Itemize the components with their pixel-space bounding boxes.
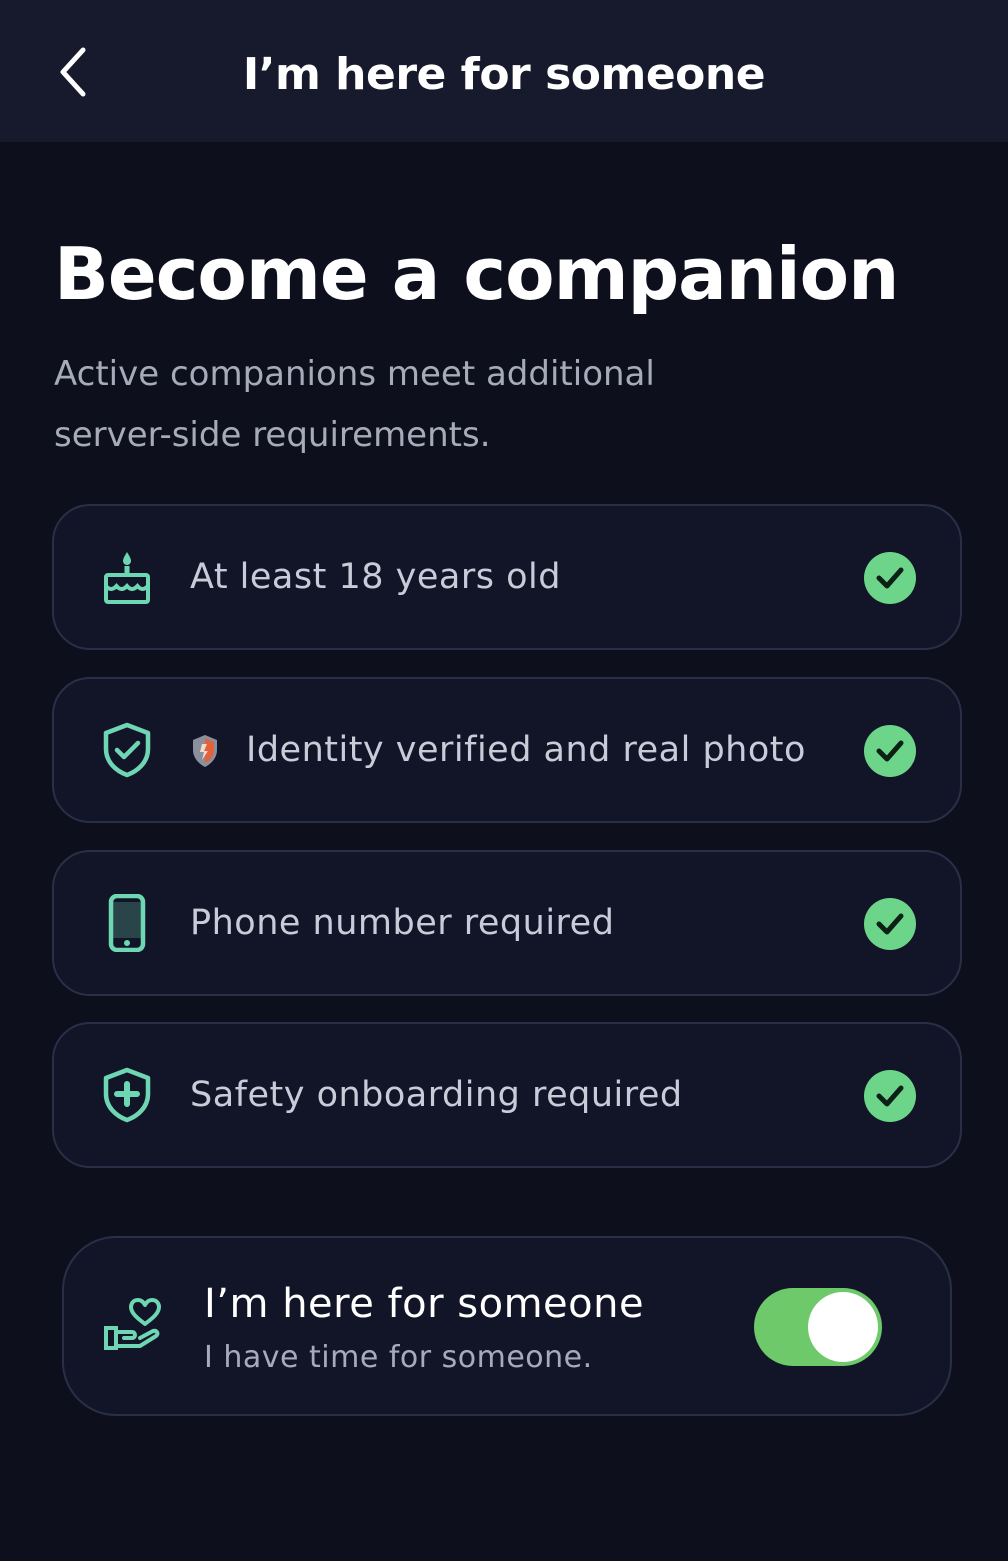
- page-subtitle: Active companions meet additional server…: [54, 354, 655, 455]
- verification-badge-icon: [193, 735, 217, 767]
- requirement-safety: Safety onboarding required: [52, 1022, 962, 1168]
- requirement-phone: Phone number required: [52, 850, 962, 996]
- top-bar: I’m here for someone: [0, 0, 1008, 142]
- requirement-label: Safety onboarding required: [190, 1075, 683, 1115]
- shield-check-icon: [103, 722, 151, 778]
- availability-toggle[interactable]: [754, 1288, 882, 1366]
- birthday-cake-icon: [104, 552, 150, 604]
- shield-plus-icon: [103, 1067, 151, 1123]
- check-icon: [864, 725, 916, 777]
- requirement-age: At least 18 years old: [52, 504, 962, 650]
- check-icon: [864, 552, 916, 604]
- check-icon: [864, 898, 916, 950]
- availability-title: I’m here for someone: [204, 1281, 645, 1327]
- page-title: Become a companion: [54, 232, 899, 316]
- requirement-label: Phone number required: [190, 903, 615, 943]
- smartphone-icon: [108, 894, 146, 952]
- requirement-identity: Identity verified and real photo: [52, 677, 962, 823]
- requirement-label: Identity verified and real photo: [246, 730, 806, 770]
- hand-heart-icon: [104, 1298, 161, 1350]
- requirement-label: At least 18 years old: [190, 557, 561, 597]
- header-title: I’m here for someone: [242, 49, 766, 100]
- toggle-knob: [808, 1292, 878, 1362]
- availability-card: I’m here for someone I have time for som…: [62, 1236, 952, 1416]
- check-icon: [864, 1070, 916, 1122]
- availability-subtitle: I have time for someone.: [204, 1340, 593, 1375]
